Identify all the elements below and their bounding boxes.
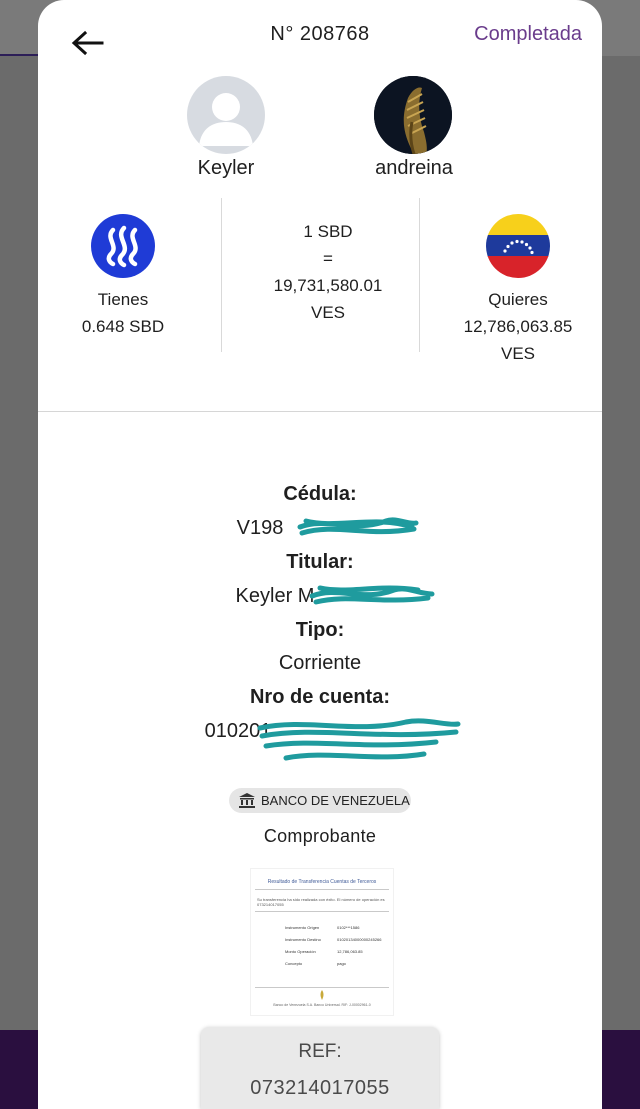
bank-name: BANCO DE VENEZUELA: [261, 793, 410, 808]
have-label: Tienes: [97, 290, 149, 309]
receipt-row-value: pago: [337, 961, 346, 966]
reference-value: 073214017055: [250, 1077, 390, 1099]
have-column: Tienes 0.648 SBD: [68, 214, 178, 340]
receipt-row-value: 0102***1586: [337, 925, 360, 930]
order-status: Completada: [474, 23, 582, 45]
voucher-label: Comprobante: [263, 826, 377, 846]
voucher-thumbnail[interactable]: Resultado de Transferencia Cuentas de Te…: [250, 868, 394, 1016]
receipt-row-key: Instrumento Origen: [285, 925, 320, 930]
order-detail-sheet: N° 208768 Completada Keyler andreina Tie…: [38, 0, 602, 1109]
receiver-name: andreina: [375, 157, 453, 179]
rate-currency: VES: [310, 303, 346, 322]
receipt-row-key: Concepto: [285, 961, 303, 966]
id-value: V198: [236, 517, 284, 539]
id-label: Cédula:: [283, 483, 357, 505]
receipt-title: Resultado de Transferencia Cuentas de Te…: [267, 879, 377, 885]
bank-chip: BANCO DE VENEZUELA: [229, 788, 411, 813]
rate-column: 1 SBD = 19,731,580.01 VES: [228, 218, 428, 326]
receipt-row-value: 01020134000000245266: [337, 937, 382, 942]
venezuela-flag-icon: [486, 214, 550, 278]
receipt-footer: Banco de Venezuela S.A. Banco Universal.…: [273, 1003, 371, 1007]
receipt-row-key: Monto Operación: [285, 949, 316, 954]
redaction-scribble: [309, 585, 435, 605]
sender-avatar: [187, 76, 265, 154]
redaction-scribble: [257, 718, 461, 761]
column-divider: [221, 198, 222, 352]
background-tab-indicator: [0, 54, 40, 56]
receipt-row-key: Instrumento Destino: [285, 937, 321, 942]
receipt-row-value: 12,786,063.85: [337, 949, 363, 954]
type-label: Tipo:: [295, 619, 345, 641]
bank-logo-icon: [320, 990, 324, 1000]
receiver-avatar: [374, 76, 452, 154]
section-divider: [38, 411, 602, 412]
rate-base: 1 SBD: [303, 222, 353, 241]
receipt-message: Su transferencia ha sido realizada con é…: [257, 897, 385, 907]
holder-value: Keyler M: [235, 585, 315, 607]
reference-label: REF:: [298, 1041, 342, 1062]
reference-box: REF: 073214017055: [201, 1027, 439, 1109]
sender-name: Keyler: [197, 157, 255, 179]
golden-wing-photo-icon: [374, 76, 452, 154]
redaction-scribble: [297, 517, 419, 536]
bank-icon: [239, 793, 255, 808]
receipt-separator: [255, 987, 389, 988]
steem-logo-icon: [91, 214, 155, 278]
type-value: Corriente: [278, 652, 362, 674]
want-label: Quieres: [488, 290, 548, 309]
holder-label: Titular:: [286, 551, 354, 573]
default-person-icon: [199, 93, 253, 146]
rate-value: 19,731,580.01: [273, 276, 383, 295]
have-amount: 0.648 SBD: [81, 317, 165, 336]
want-column: Quieres 12,786,063.85 VES: [448, 214, 588, 367]
receipt-separator: [255, 911, 389, 912]
rate-equals: =: [323, 249, 333, 268]
account-number-label: Nro de cuenta:: [249, 686, 391, 708]
want-currency: VES: [500, 344, 536, 363]
want-amount: 12,786,063.85: [463, 317, 573, 336]
receipt-separator: [255, 889, 389, 890]
